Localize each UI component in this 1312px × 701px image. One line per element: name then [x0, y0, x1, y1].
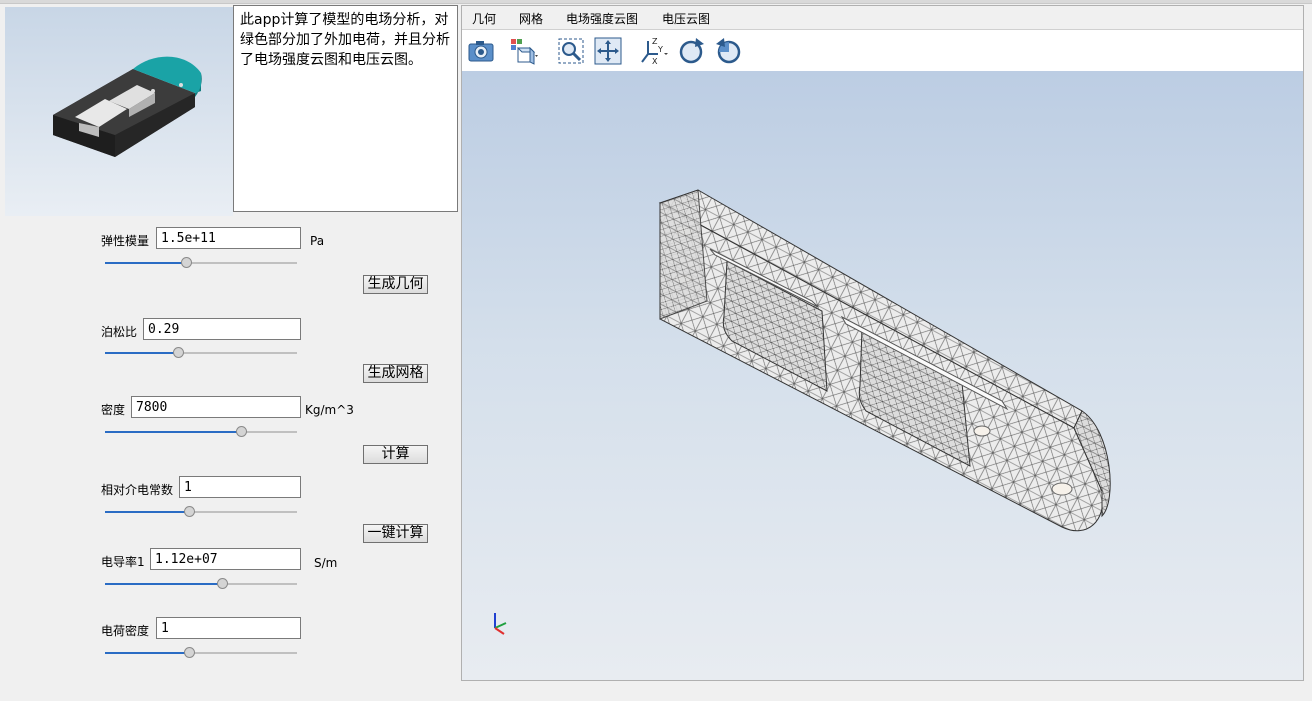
charge-density-input[interactable] — [156, 617, 301, 639]
camera-icon[interactable] — [466, 36, 496, 66]
density-slider[interactable] — [105, 424, 297, 440]
permittivity-slider[interactable] — [105, 504, 297, 520]
conductivity-unit: S/m — [314, 556, 338, 570]
mesh-model-render — [494, 189, 1111, 635]
charge-density-slider[interactable] — [105, 645, 297, 661]
permittivity-input[interactable] — [179, 476, 301, 498]
elastic-modulus-slider[interactable] — [105, 255, 297, 271]
charge-density-label: 电荷密度 — [101, 624, 150, 638]
poisson-ratio-input[interactable] — [143, 318, 301, 340]
tab-voltage[interactable]: 电压云图 — [662, 10, 710, 27]
tab-geometry[interactable]: 几何 — [472, 10, 496, 27]
svg-text:Y: Y — [657, 45, 663, 54]
conductivity-input[interactable] — [150, 548, 301, 570]
status-strip — [0, 681, 1312, 701]
svg-text:X: X — [652, 57, 658, 66]
axes-orientation-icon[interactable]: Z Y X — [638, 36, 668, 66]
elastic-modulus-input[interactable] — [156, 227, 301, 249]
density-label: 密度 — [101, 403, 126, 417]
poisson-ratio-label: 泊松比 — [101, 325, 138, 339]
rotate-right-icon[interactable] — [714, 36, 744, 66]
tab-field-strength[interactable]: 电场强度云图 — [566, 10, 638, 27]
permittivity-label: 相对介电常数 — [101, 483, 174, 497]
poisson-ratio-slider[interactable] — [105, 345, 297, 361]
tab-mesh[interactable]: 网格 — [519, 10, 543, 27]
compute-button[interactable]: 计算 — [363, 445, 428, 464]
one-click-compute-button[interactable]: 一键计算 — [363, 524, 428, 543]
generate-geometry-button[interactable]: 生成几何 — [363, 275, 428, 294]
generate-mesh-button[interactable]: 生成网格 — [363, 364, 428, 383]
view-cube-icon[interactable] — [508, 36, 538, 66]
description-text: 此app计算了模型的电场分析，对绿色部分加了外加电荷，并且分析了电场强度云图和电… — [233, 5, 458, 212]
window-top-border — [0, 0, 1312, 4]
3d-viewport[interactable] — [462, 71, 1303, 680]
rotate-left-icon[interactable] — [676, 36, 706, 66]
density-input[interactable] — [131, 396, 301, 418]
tab-bar: 几何 网格 电场强度云图 电压云图 — [462, 6, 1303, 30]
model-preview-image — [5, 7, 233, 216]
density-unit: Kg/m^3 — [305, 403, 354, 417]
zoom-box-icon[interactable] — [556, 36, 586, 66]
elastic-modulus-label: 弹性模量 — [101, 234, 150, 248]
elastic-modulus-unit: Pa — [310, 234, 325, 248]
conductivity-label: 电导率1 — [101, 555, 145, 569]
graphics-toolbar: Z Y X — [462, 30, 1303, 70]
zoom-extents-icon[interactable] — [593, 36, 623, 66]
conductivity-slider[interactable] — [105, 576, 297, 592]
